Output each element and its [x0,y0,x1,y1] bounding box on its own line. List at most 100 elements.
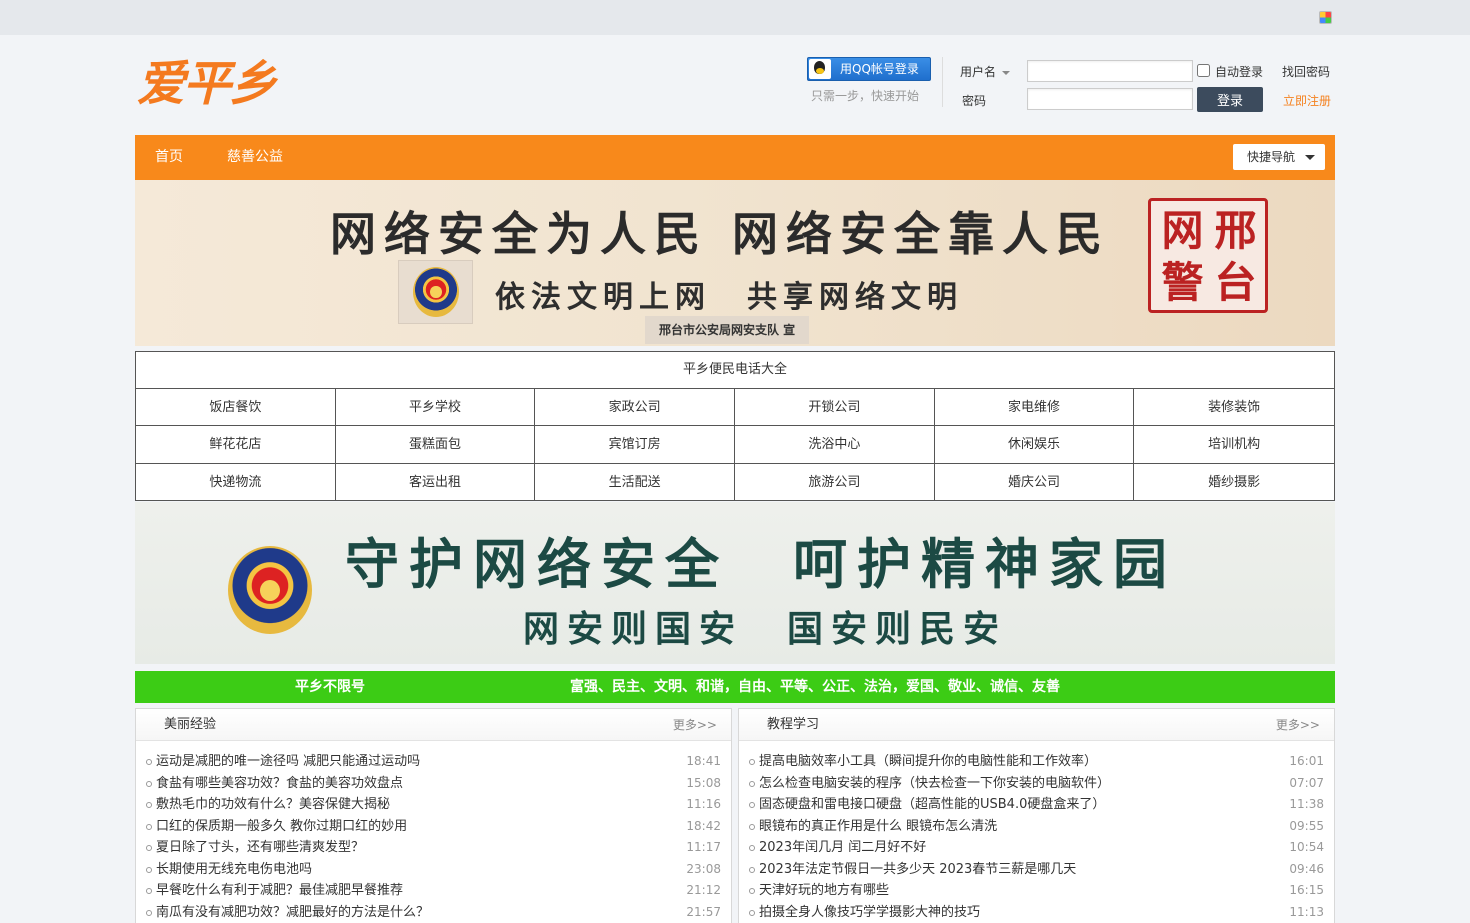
list-item[interactable]: 2023年法定节假日一共多少天 2023春节三薪是哪几天 09:46 [739,859,1334,881]
phone-category-cell[interactable]: 家电维修 [934,389,1135,427]
list-item-title[interactable]: 南瓜有没有减肥功效？减肥最好的方法是什么？ [156,905,429,920]
police-badge-frame [398,260,473,324]
list-item-title[interactable]: 长期使用无线充电伤电池吗 [156,862,312,877]
top-bar [0,0,1470,35]
auto-login-label[interactable]: 自动登录 [1215,63,1263,80]
list-item[interactable]: 拍摄全身人像技巧学学摄影大神的技巧 11:13 [739,902,1334,923]
list-item[interactable]: 2023年闰几月 闰二月好不好 10:54 [739,837,1334,859]
phone-category-cell[interactable]: 洗浴中心 [735,426,935,464]
list-item-title[interactable]: 食盐有哪些美容功效？食盐的美容功效盘点 [156,776,403,791]
list-item-title[interactable]: 怎么检查电脑安装的程序（快去检查一下你安装的电脑软件） [759,776,1110,791]
banner1-headline: 网络安全为人民 网络安全靠人民 [330,207,1111,261]
nav-item-home[interactable]: 首页 [155,135,183,179]
list-item-time: 10:54 [1289,840,1324,854]
panel-title: 教程学习 [767,717,820,732]
quick-nav-label: 快捷导航 [1247,150,1296,164]
phone-category-cell[interactable]: 平乡学校 [335,389,536,427]
phone-category-cell[interactable]: 宾馆订房 [535,426,735,464]
list-item-time: 21:57 [686,904,721,919]
list-item[interactable]: 口红的保质期一般多久 教你过期口红的妙用 18:42 [136,816,731,838]
list-item[interactable]: 天津好玩的地方有哪些 16:15 [739,880,1334,902]
list-item-title[interactable]: 眼镜布的真正作用是什么 眼镜布怎么清洗 [759,819,997,834]
cyber-security-banner[interactable]: 网络安全为人民 网络安全靠人民 依法文明上网 共享网络文明 邢台市公安局网安支队… [135,180,1335,346]
list-item[interactable]: 夏日除了寸头，还有哪些清爽发型？ 11:17 [136,837,731,859]
qq-login-button[interactable]: 用QQ帐号登录 [807,57,931,81]
list-item-title[interactable]: 2023年闰几月 闰二月好不好 [759,840,926,855]
banner1-issuer: 邢台市公安局网安支队 宣 [645,316,810,344]
list-item-title[interactable]: 天津好玩的地方有哪些 [759,883,889,898]
network-security-banner[interactable]: 守护网络安全 呵护精神家园 网安则国安 国安则民安 [135,502,1335,664]
panel-beauty-experience: 美丽经验 更多>> 运动是减肥的唯一途径吗 减肥只能通过运动吗 18:41 食盐有哪… [135,708,732,923]
article-list: 提高电脑效率小工具（瞬间提升你的电脑性能和工作效率） 16:01 怎么检查电脑安装的… [739,741,1334,923]
list-item-title[interactable]: 夏日除了寸头，还有哪些清爽发型？ [156,840,364,855]
find-password-link[interactable]: 找回密码 [1282,63,1330,80]
phone-category-cell[interactable]: 鲜花花店 [136,426,336,464]
list-item-title[interactable]: 运动是减肥的唯一途径吗 减肥只能通过运动吗 [156,754,420,769]
list-item-title[interactable]: 提高电脑效率小工具（瞬间提升你的电脑性能和工作效率） [759,754,1097,769]
username-label: 用户名 [960,65,997,79]
chevron-down-icon [1002,70,1011,75]
list-item[interactable]: 固态硬盘和雷电接口硬盘（超高性能的USB4.0硬盘盒来了） 11:38 [739,794,1334,816]
phone-category-cell[interactable]: 饭店餐饮 [136,389,336,427]
color-scheme-icon[interactable] [1319,11,1332,24]
list-item[interactable]: 早餐吃什么有利于减肥？最佳减肥早餐推荐 21:12 [136,880,731,902]
qq-tagline: 只需一步，快速开始 [811,89,920,103]
list-item-title[interactable]: 早餐吃什么有利于减肥？最佳减肥早餐推荐 [156,883,403,898]
register-link[interactable]: 立即注册 [1283,92,1331,109]
list-item[interactable]: 运动是减肥的唯一途径吗 减肥只能通过运动吗 18:41 [136,751,731,773]
phone-category-cell[interactable]: 婚庆公司 [935,463,1135,501]
username-input[interactable] [1027,60,1193,82]
list-item-title[interactable]: 拍摄全身人像技巧学学摄影大神的技巧 [759,905,980,920]
password-input[interactable] [1027,88,1193,110]
list-item-title[interactable]: 敷热毛巾的功效有什么？美容保健大揭秘 [156,797,390,812]
list-item-title[interactable]: 口红的保质期一般多久 教你过期口红的妙用 [156,819,407,834]
list-item[interactable]: 南瓜有没有减肥功效？减肥最好的方法是什么？ 21:57 [136,902,731,923]
list-item-time: 11:16 [686,797,721,811]
username-type-select[interactable]: 用户名 [960,63,1011,80]
logo-text: 爱平乡 [137,56,277,112]
list-item[interactable]: 怎么检查电脑安装的程序（快去检查一下你安装的电脑软件） 07:07 [739,773,1334,795]
quick-nav-dropdown[interactable]: 快捷导航 [1233,144,1325,170]
seal-char: 警 [1161,258,1203,307]
police-emblem-icon [228,546,312,634]
phone-category-cell[interactable]: 客运出租 [336,463,536,501]
list-item-time: 07:07 [1289,775,1324,790]
phone-category-cell[interactable]: 婚纱摄影 [1134,464,1334,501]
no-restriction-notice[interactable]: 平乡不限号 [295,671,365,703]
phone-category-cell[interactable]: 休闲娱乐 [934,426,1135,464]
site-logo[interactable]: 爱平乡 [137,54,292,114]
police-seal-stamp: 网 邢 警 台 [1148,198,1268,313]
login-button[interactable]: 登录 [1197,87,1263,112]
list-item[interactable]: 提高电脑效率小工具（瞬间提升你的电脑性能和工作效率） 16:01 [739,751,1334,773]
qq-login-label: 用QQ帐号登录 [840,62,919,76]
list-item[interactable]: 眼镜布的真正作用是什么 眼镜布怎么清洗 09:55 [739,816,1334,838]
list-item-time: 18:42 [686,818,721,833]
list-item-title[interactable]: 固态硬盘和雷电接口硬盘（超高性能的USB4.0硬盘盒来了） [759,797,1105,812]
phone-category-cell[interactable]: 装修装饰 [1134,389,1334,427]
phone-category-cell[interactable]: 旅游公司 [735,463,935,501]
list-item-title[interactable]: 2023年法定节假日一共多少天 2023春节三薪是哪几天 [759,862,1076,877]
list-item-time: 23:08 [686,861,721,876]
slogan-bar: 平乡不限号 富强、民主、文明、和谐，自由、平等、公正、法治，爱国、敬业、诚信、友… [135,671,1335,703]
phone-category-cell[interactable]: 蛋糕面包 [335,426,536,464]
phone-directory-title[interactable]: 平乡便民电话大全 [136,352,1334,389]
caret-down-icon [1305,155,1315,160]
list-item-time: 21:12 [686,883,721,897]
phone-category-cell[interactable]: 培训机构 [1134,426,1334,464]
phone-directory: 平乡便民电话大全 饭店餐饮 平乡学校 家政公司 开锁公司 家电维修 装修装饰鲜花花店 蛋糕面… [135,351,1335,501]
list-item[interactable]: 长期使用无线充电伤电池吗 23:08 [136,859,731,881]
phone-category-cell[interactable]: 开锁公司 [735,389,935,427]
list-item-time: 15:08 [686,775,721,790]
list-item[interactable]: 食盐有哪些美容功效？食盐的美容功效盘点 15:08 [136,773,731,795]
list-item[interactable]: 敷热毛巾的功效有什么？美容保健大揭秘 11:16 [136,794,731,816]
phone-category-cell[interactable]: 生活配送 [535,463,735,501]
more-link[interactable]: 更多>> [673,709,717,741]
nav-item-charity[interactable]: 慈善公益 [227,135,283,179]
banner1-slogan: 依法文明上网 共享网络文明 [495,280,963,315]
auto-login-checkbox[interactable] [1197,64,1210,77]
phone-category-cell[interactable]: 家政公司 [535,389,735,427]
phone-category-cell[interactable]: 快递物流 [136,463,336,501]
more-link[interactable]: 更多>> [1276,709,1320,741]
seal-char: 邢 [1214,206,1256,255]
password-label: 密码 [962,94,987,108]
